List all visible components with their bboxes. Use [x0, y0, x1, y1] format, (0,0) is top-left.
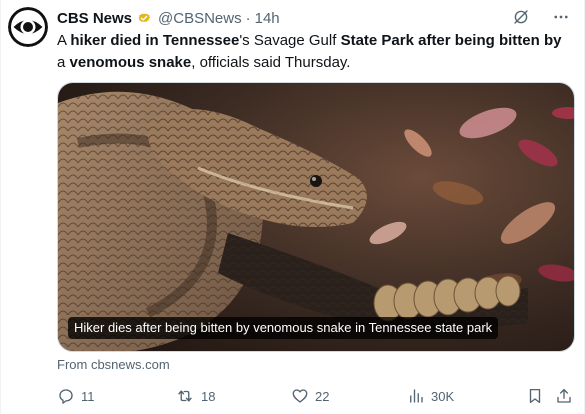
- more-icon: [554, 15, 568, 19]
- heart-icon: [292, 389, 308, 403]
- snake-photo: [58, 83, 574, 351]
- views-button[interactable]: 30K: [407, 384, 454, 408]
- cbs-eye-logo-icon: [8, 7, 48, 47]
- display-name[interactable]: CBS News: [57, 10, 132, 27]
- header-actions: [512, 8, 570, 26]
- reply-icon: [59, 389, 73, 404]
- grok-icon: [514, 10, 528, 24]
- media-image[interactable]: Hiker dies after being bitten by venomou…: [57, 82, 575, 352]
- share-icon: [557, 388, 571, 403]
- tweet-card[interactable]: CBS News @CBSNews · 14h A hiker died in …: [0, 0, 585, 414]
- media-caption: Hiker dies after being bitten by venomou…: [68, 317, 499, 339]
- views-count: 30K: [431, 388, 455, 404]
- verified-badge-icon[interactable]: [135, 9, 153, 27]
- link-source[interactable]: From cbsnews.com: [57, 357, 170, 372]
- bookmark-button[interactable]: [526, 384, 544, 408]
- tweet-text-segment: 's Savage Gulf: [239, 32, 341, 49]
- more-button[interactable]: [552, 8, 570, 26]
- like-button[interactable]: 22: [291, 384, 329, 408]
- tweet-text-segment: a: [57, 54, 70, 71]
- share-button[interactable]: [555, 384, 573, 408]
- tweet-text-bold-segment: venomous snake: [69, 54, 192, 71]
- repost-button[interactable]: 18: [175, 384, 215, 408]
- tweet-text: A hiker died in Tennessee's Savage Gulf …: [57, 30, 572, 74]
- repost-icon: [178, 390, 192, 402]
- bookmark-icon: [529, 388, 541, 404]
- tweet-text-segment: , officials said Thursday.: [191, 54, 351, 71]
- views-icon: [410, 389, 423, 403]
- tweet-text-bold-segment: State Park after being bitten by: [340, 32, 562, 49]
- like-count: 22: [315, 388, 330, 404]
- repost-count: 18: [201, 388, 216, 404]
- account-handle[interactable]: @CBSNews: [158, 10, 242, 27]
- tweet-text-segment: A: [57, 32, 71, 49]
- reply-count: 11: [81, 388, 95, 404]
- action-bar: 11 18 22 30K: [57, 384, 575, 408]
- reply-button[interactable]: 11: [57, 384, 95, 408]
- timestamp[interactable]: 14h: [255, 10, 280, 27]
- header-separator: ·: [245, 9, 251, 27]
- tweet-header: CBS News @CBSNews · 14h: [57, 8, 280, 28]
- tweet-text-bold-segment: hiker died in Tennessee: [70, 32, 240, 49]
- grok-button[interactable]: [512, 8, 530, 26]
- avatar[interactable]: [8, 7, 48, 47]
